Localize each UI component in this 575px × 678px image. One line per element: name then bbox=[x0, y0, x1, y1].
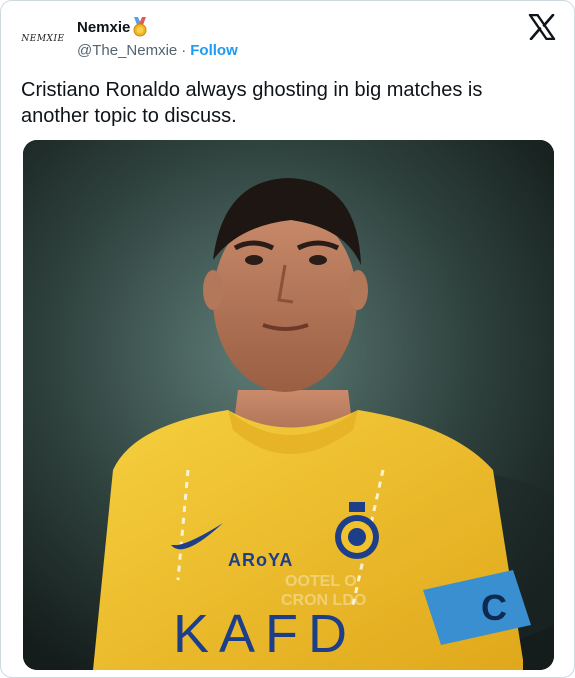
player-photo: C ARoYA OOTEL O CRON LDO KAFD bbox=[23, 140, 554, 670]
shirt-text: KAFD bbox=[173, 604, 357, 664]
author-name-row: Nemxie bbox=[77, 17, 148, 37]
tweet-card: NEMXIE Nemxie @The_Nemxie · Follow Cristia… bbox=[0, 0, 575, 678]
tweet-text: Cristiano Ronaldo always ghosting in big… bbox=[21, 79, 483, 127]
armband-text: C bbox=[481, 587, 507, 628]
sponsor-text: ARoYA bbox=[228, 550, 293, 570]
watermark-line1: OOTEL O bbox=[285, 573, 357, 590]
author-handle[interactable]: @The_Nemxie bbox=[77, 42, 177, 59]
separator: · bbox=[181, 42, 187, 59]
tweet-media-photo[interactable]: C ARoYA OOTEL O CRON LDO KAFD bbox=[23, 140, 554, 670]
author-name[interactable]: Nemxie bbox=[77, 19, 130, 36]
medal-icon bbox=[133, 17, 147, 37]
tweet-header: NEMXIE Nemxie @The_Nemxie · Follow bbox=[1, 1, 574, 71]
avatar[interactable]: NEMXIE bbox=[19, 19, 67, 59]
author-handle-row: @The_Nemxie · Follow bbox=[77, 42, 238, 59]
x-logo-icon[interactable] bbox=[528, 14, 556, 40]
follow-button[interactable]: Follow bbox=[190, 42, 238, 59]
avatar-text: NEMXIE bbox=[21, 34, 65, 44]
